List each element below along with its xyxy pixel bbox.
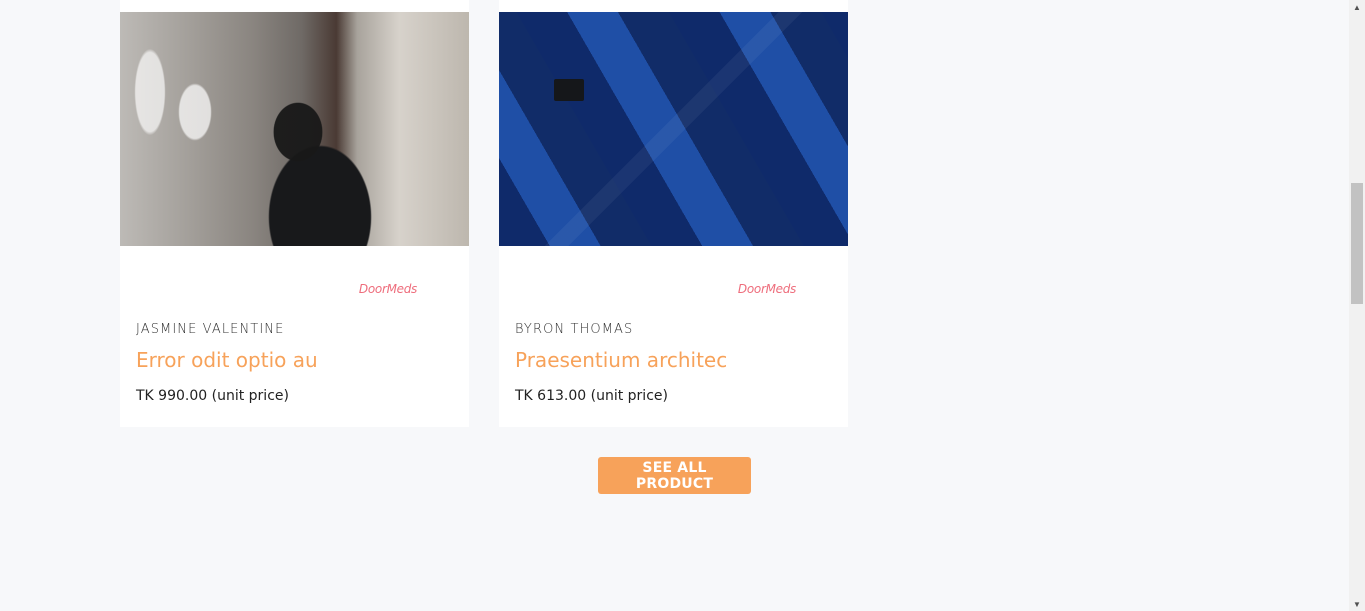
scroll-up-arrow-icon[interactable]: ▲: [1349, 0, 1365, 14]
scrollbar-thumb[interactable]: [1351, 183, 1363, 304]
brand-logo: DoorMeds: [737, 282, 796, 296]
product-card[interactable]: DoorMeds JASMINE VALENTINE Error odit op…: [120, 0, 469, 427]
image-detail: [554, 79, 584, 101]
page: DoorMeds JASMINE VALENTINE Error odit op…: [0, 0, 1349, 611]
product-image[interactable]: [120, 12, 469, 246]
brand-logo: DoorMeds: [358, 282, 417, 296]
scroll-down-arrow-icon[interactable]: ▼: [1349, 597, 1365, 611]
see-all-products-button[interactable]: SEE ALL PRODUCT: [598, 457, 751, 494]
product-card[interactable]: DoorMeds BYRON THOMAS Praesentium archit…: [499, 0, 848, 427]
product-author: BYRON THOMAS: [515, 322, 634, 337]
product-price: TK 613.00 (unit price): [515, 388, 668, 404]
product-image[interactable]: [499, 12, 848, 246]
product-title-link[interactable]: Error odit optio au: [136, 348, 318, 372]
product-title-link[interactable]: Praesentium architec: [515, 348, 727, 372]
product-author: JASMINE VALENTINE: [136, 322, 285, 337]
product-price: TK 990.00 (unit price): [136, 388, 289, 404]
vertical-scrollbar[interactable]: ▲ ▼: [1349, 0, 1365, 611]
